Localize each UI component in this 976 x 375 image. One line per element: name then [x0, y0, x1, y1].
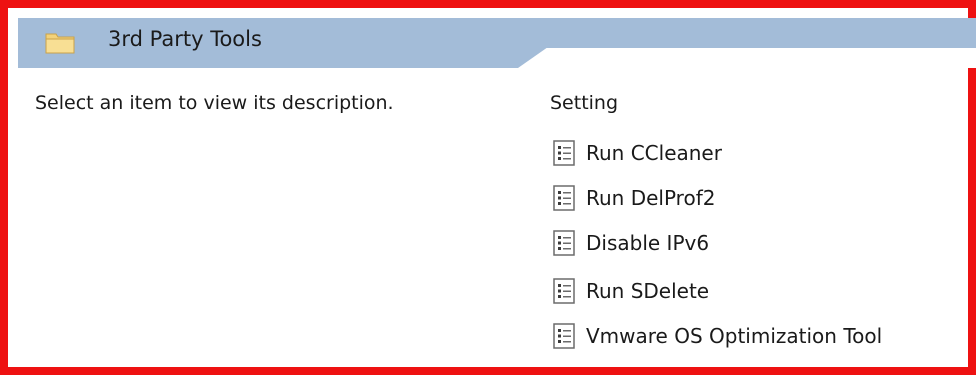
description-text: Select an item to view its description. — [35, 92, 394, 114]
list-item-disable-ipv6[interactable]: Disable IPv6 — [552, 228, 709, 258]
policy-setting-icon — [553, 278, 575, 304]
list-item-run-delprof2[interactable]: Run DelProf2 — [552, 183, 715, 213]
section-title: 3rd Party Tools — [108, 27, 262, 51]
policy-setting-icon — [553, 185, 575, 211]
list-item-label: Disable IPv6 — [586, 231, 710, 255]
section-header: 3rd Party Tools — [18, 18, 976, 68]
list-item-run-sdelete[interactable]: Run SDelete — [552, 276, 709, 306]
list-item-vmware-os-optimization-tool[interactable]: Vmware OS Optimization Tool — [552, 321, 882, 351]
policy-setting-icon — [553, 140, 575, 166]
list-item-label: Run SDelete — [586, 279, 710, 303]
list-item-label: Vmware OS Optimization Tool — [586, 324, 883, 348]
folder-icon — [45, 33, 75, 54]
policy-setting-icon — [553, 323, 575, 349]
list-item-run-ccleaner[interactable]: Run CCleaner — [552, 138, 722, 168]
list-item-label: Run CCleaner — [586, 141, 722, 165]
list-item-label: Run DelProf2 — [586, 186, 716, 210]
header-tab-cutout — [518, 48, 976, 68]
policy-setting-icon — [553, 230, 575, 256]
setting-column-header[interactable]: Setting — [550, 92, 618, 114]
